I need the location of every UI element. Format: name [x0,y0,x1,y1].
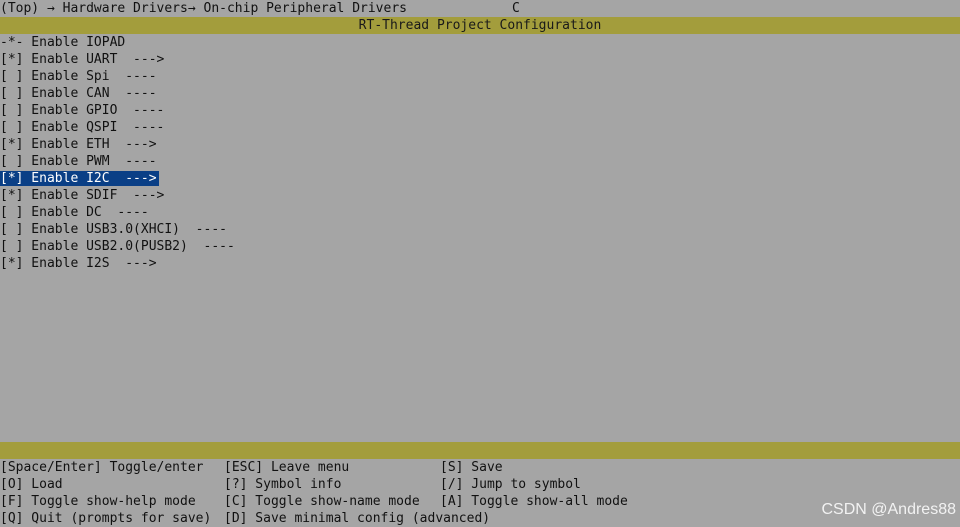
breadcrumb-path: (Top) → Hardware Drivers→ On-chip Periph… [0,1,407,16]
breadcrumb: (Top) → Hardware Drivers→ On-chip Periph… [0,0,520,17]
title-bar: RT-Thread Project Configuration [0,17,960,34]
menu-item-label: [ ] Enable USB3.0(XHCI) ---- [0,222,227,237]
menu-item-label: [*] Enable ETH ---> [0,137,157,152]
menu-item-sdif[interactable]: [*] Enable SDIF ---> [0,187,166,204]
menu-item-label: -*- Enable IOPAD [0,35,126,50]
menu-item-label: [*] Enable UART ---> [0,52,165,67]
menu-item-label: [ ] Enable USB2.0(PUSB2) ---- [0,239,235,254]
help-toggle-enter: [Space/Enter] Toggle/enter [0,460,204,475]
menu-item-label: [*] Enable I2C ---> [0,171,159,186]
help-panel: [Space/Enter] Toggle/enter [ESC] Leave m… [0,459,960,527]
help-leave-menu: [ESC] Leave menu [224,460,350,475]
menu-item-label: [ ] Enable CAN ---- [0,86,157,101]
help-show-name-mode: [C] Toggle show-name mode [224,494,420,509]
menu-item-label: [ ] Enable QSPI ---- [0,120,165,135]
menu-item-i2c[interactable]: [*] Enable I2C ---> [0,170,159,187]
menu-item-i2s[interactable]: [*] Enable I2S ---> [0,255,159,272]
menu-item-label: [ ] Enable Spi ---- [0,69,157,84]
menu-item-eth[interactable]: [*] Enable ETH ---> [0,136,159,153]
help-row: [Q] Quit (prompts for save) [D] Save min… [0,510,960,527]
page-title: RT-Thread Project Configuration [358,18,602,33]
menu-item-usb2[interactable]: [ ] Enable USB2.0(PUSB2) ---- [0,238,237,255]
breadcrumb-extra: C [512,1,520,16]
help-row: [F] Toggle show-help mode [C] Toggle sho… [0,493,960,510]
watermark: CSDN @Andres88 [821,501,956,518]
menu-item-label: [*] Enable I2S ---> [0,256,157,271]
menu-item-spi[interactable]: [ ] Enable Spi ---- [0,68,159,85]
menu-item-usb3[interactable]: [ ] Enable USB3.0(XHCI) ---- [0,221,229,238]
menu-item-label: [ ] Enable DC ---- [0,205,149,220]
help-show-all-mode: [A] Toggle show-all mode [440,494,628,509]
help-show-help-mode: [F] Toggle show-help mode [0,494,196,509]
help-row: [Space/Enter] Toggle/enter [ESC] Leave m… [0,459,960,476]
menu-item-label: [*] Enable SDIF ---> [0,188,165,203]
help-load: [O] Load [0,477,63,492]
menu-item-label: [ ] Enable GPIO ---- [0,103,165,118]
divider-bar [0,442,960,459]
menu-item-pwm[interactable]: [ ] Enable PWM ---- [0,153,159,170]
menu-item-uart[interactable]: [*] Enable UART ---> [0,51,166,68]
help-save: [S] Save [440,460,503,475]
help-quit: [Q] Quit (prompts for save) [0,511,212,526]
menu-item-qspi[interactable]: [ ] Enable QSPI ---- [0,119,166,136]
help-symbol-info: [?] Symbol info [224,477,342,492]
menu-item-can[interactable]: [ ] Enable CAN ---- [0,85,159,102]
help-row: [O] Load [?] Symbol info [/] Jump to sym… [0,476,960,493]
menu-item-iopad[interactable]: -*- Enable IOPAD [0,34,127,51]
menu-item-label: [ ] Enable PWM ---- [0,154,157,169]
help-jump-to-symbol: [/] Jump to symbol [440,477,581,492]
menu-item-dc[interactable]: [ ] Enable DC ---- [0,204,151,221]
help-save-minimal: [D] Save minimal config (advanced) [224,511,491,526]
menu-item-gpio[interactable]: [ ] Enable GPIO ---- [0,102,166,119]
